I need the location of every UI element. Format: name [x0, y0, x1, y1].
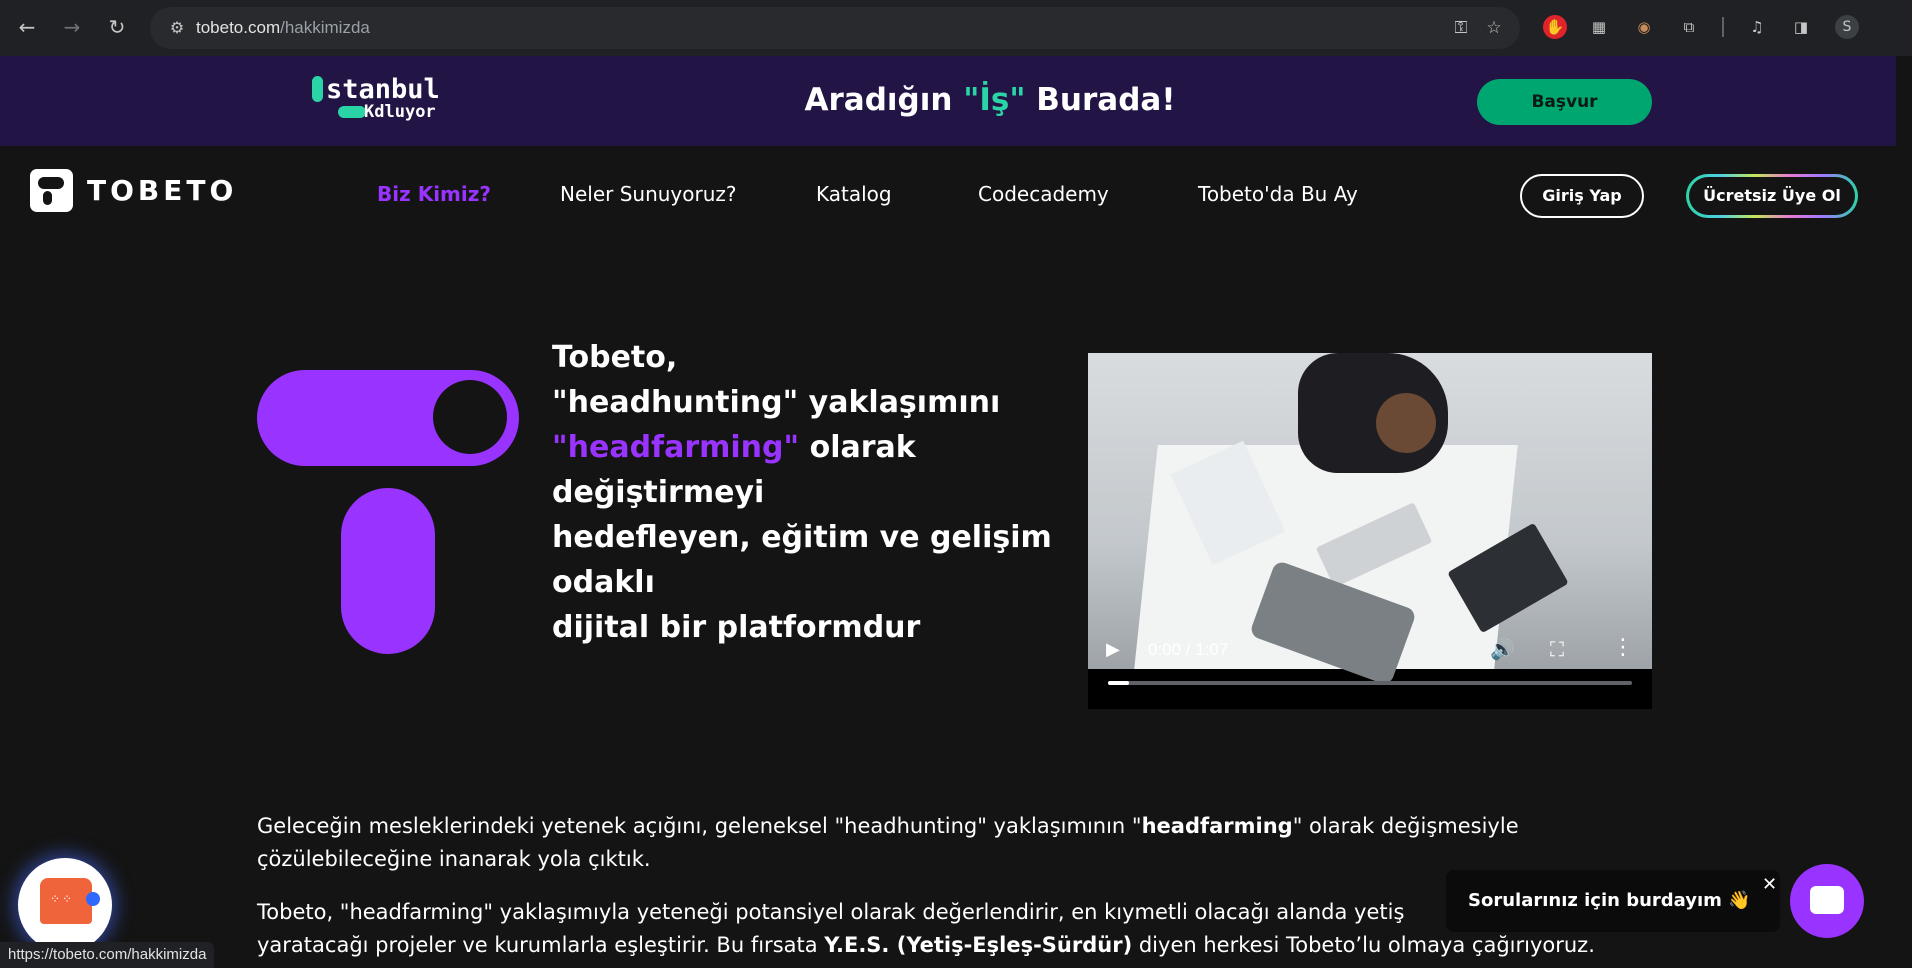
volume-icon[interactable]: 🔊	[1490, 637, 1515, 661]
media-controls-icon[interactable]: ♫	[1745, 15, 1769, 39]
paragraph-line: çözülebileceğine inanarak yola çıktık.	[257, 847, 651, 871]
cart-notification-dot	[86, 892, 100, 906]
chat-launcher-button[interactable]	[1790, 864, 1864, 938]
tobeto-t-graphic-top	[257, 370, 519, 466]
apply-button[interactable]: Başvur	[1477, 79, 1652, 125]
video-controls: ▶ 0:00 / 1:07 🔊 ⛶ ⋮	[1088, 623, 1652, 709]
paragraph-line: yaratacağı projeler ve kurumlarla eşleşt…	[257, 929, 1637, 962]
signup-button[interactable]: Ücretsiz Üye Ol	[1686, 174, 1858, 218]
browser-toolbar: ← → ↻ ⚙ tobeto.com/hakkimizda ⚿ ☆ ✋ ▦ ◉ …	[0, 0, 1912, 56]
intro-video[interactable]: ▶ 0:00 / 1:07 🔊 ⛶ ⋮	[1088, 353, 1652, 709]
hero-line: hedefleyen, eğitim ve gelişim	[552, 520, 1052, 555]
promo-banner: stanbul Kdluyor Aradığın "İş" Burada! Ba…	[0, 56, 1912, 146]
toolbar-divider	[1722, 17, 1724, 37]
tobeto-logo-icon	[30, 169, 73, 212]
bold-text: Y.E.S. (Yetiş-Eşleş-Sürdür)	[824, 933, 1133, 957]
text-run: " olarak değişmesiyle	[1292, 814, 1519, 838]
hero-heading: Tobeto, "headhunting" yaklaşımını "headf…	[552, 335, 1052, 650]
nav-katalog[interactable]: Katalog	[816, 182, 892, 206]
video-time: 0:00 / 1:07	[1148, 640, 1229, 659]
chat-tooltip-text: Sorularınız için burdayım 👋	[1468, 890, 1751, 911]
video-progress-fill	[1108, 681, 1129, 685]
promo-title-after: Burada!	[1025, 82, 1176, 118]
hero-line: odaklı	[552, 565, 655, 600]
promo-title-highlight: "İş"	[963, 82, 1026, 118]
hero-line: Tobeto,	[552, 340, 678, 375]
chat-tooltip[interactable]: Sorularınız için burdayım 👋 ✕	[1446, 870, 1780, 932]
bold-text: headfarming	[1141, 814, 1293, 838]
fullscreen-icon[interactable]: ⛶	[1550, 637, 1564, 661]
extensions-puzzle-icon[interactable]: ⧉	[1677, 15, 1701, 39]
shopping-cart-widget[interactable]: ⁘⁘	[18, 858, 112, 952]
page-scrollbar[interactable]	[1896, 56, 1912, 968]
brand-name: TOBETO	[87, 174, 238, 207]
tobeto-logo[interactable]: TOBETO	[30, 169, 237, 212]
hero-line-rest: olarak	[799, 430, 916, 465]
text-run: yaratacağı projeler ve kurumlarla eşleşt…	[257, 933, 825, 957]
chat-bubble-icon	[1810, 886, 1844, 914]
back-icon[interactable]: ←	[12, 12, 42, 42]
hero-line: "headhunting" yaklaşımını	[552, 385, 1001, 420]
text-run: diyen herkesi Tobeto’lu olmaya çağırıyor…	[1132, 933, 1595, 957]
paragraph-line: Geleceğin mesleklerindeki yetenek açığın…	[257, 810, 1637, 843]
more-options-icon[interactable]: ⋮	[1612, 635, 1634, 660]
video-progress-bar[interactable]	[1108, 681, 1632, 685]
cart-pattern: ⁘⁘	[50, 892, 75, 906]
extension-grid-icon[interactable]: ▦	[1587, 15, 1611, 39]
reload-icon[interactable]: ↻	[102, 12, 132, 42]
hero-highlight: "headfarming"	[552, 430, 800, 465]
status-bar-url: https://tobeto.com/hakkimizda	[0, 942, 215, 968]
nav-codecademy[interactable]: Codecademy	[978, 182, 1109, 206]
hero-line: dijital bir platformdur	[552, 610, 921, 645]
hero-line: değiştirmeyi	[552, 475, 765, 510]
forward-icon[interactable]: →	[57, 12, 87, 42]
nav-tobetoda-bu-ay[interactable]: Tobeto'da Bu Ay	[1198, 182, 1358, 206]
bookmark-star-icon[interactable]: ☆	[1483, 17, 1505, 39]
close-icon[interactable]: ✕	[1762, 874, 1777, 895]
side-panel-icon[interactable]: ◨	[1789, 15, 1813, 39]
adblock-extension-icon[interactable]: ✋	[1543, 15, 1567, 39]
profile-avatar[interactable]: S	[1835, 15, 1859, 39]
nav-biz-kimiz[interactable]: Biz Kimiz?	[377, 182, 491, 206]
video-frame	[1088, 353, 1652, 687]
site-info-icon[interactable]: ⚙	[166, 17, 188, 39]
promo-title-before: Aradığın	[804, 82, 964, 118]
tobeto-t-graphic-stem	[341, 488, 435, 654]
text-run: Geleceğin mesleklerindeki yetenek açığın…	[257, 814, 1142, 838]
cookie-extension-icon[interactable]: ◉	[1632, 15, 1656, 39]
signup-label: Ücretsiz Üye Ol	[1689, 177, 1855, 215]
url-text[interactable]: tobeto.com/hakkimizda	[196, 18, 370, 38]
play-icon[interactable]: ▶	[1106, 639, 1120, 660]
address-bar[interactable]: ⚙ tobeto.com/hakkimizda ⚿ ☆	[150, 7, 1520, 49]
hero-line: "headfarming" olarak	[552, 425, 1052, 470]
about-paragraph-1: Geleceğin mesleklerindeki yetenek açığın…	[257, 810, 1637, 876]
site-navbar: TOBETO Biz Kimiz? Neler Sunuyoruz? Katal…	[0, 146, 1912, 236]
login-button[interactable]: Giriş Yap	[1520, 174, 1644, 218]
nav-neler-sunuyoruz[interactable]: Neler Sunuyoruz?	[560, 182, 737, 206]
paragraph-line: Tobeto, "headfarming" yaklaşımıyla yeten…	[257, 900, 1405, 924]
password-key-icon[interactable]: ⚿	[1450, 17, 1472, 39]
about-paragraph-2: Tobeto, "headfarming" yaklaşımıyla yeten…	[257, 896, 1637, 962]
